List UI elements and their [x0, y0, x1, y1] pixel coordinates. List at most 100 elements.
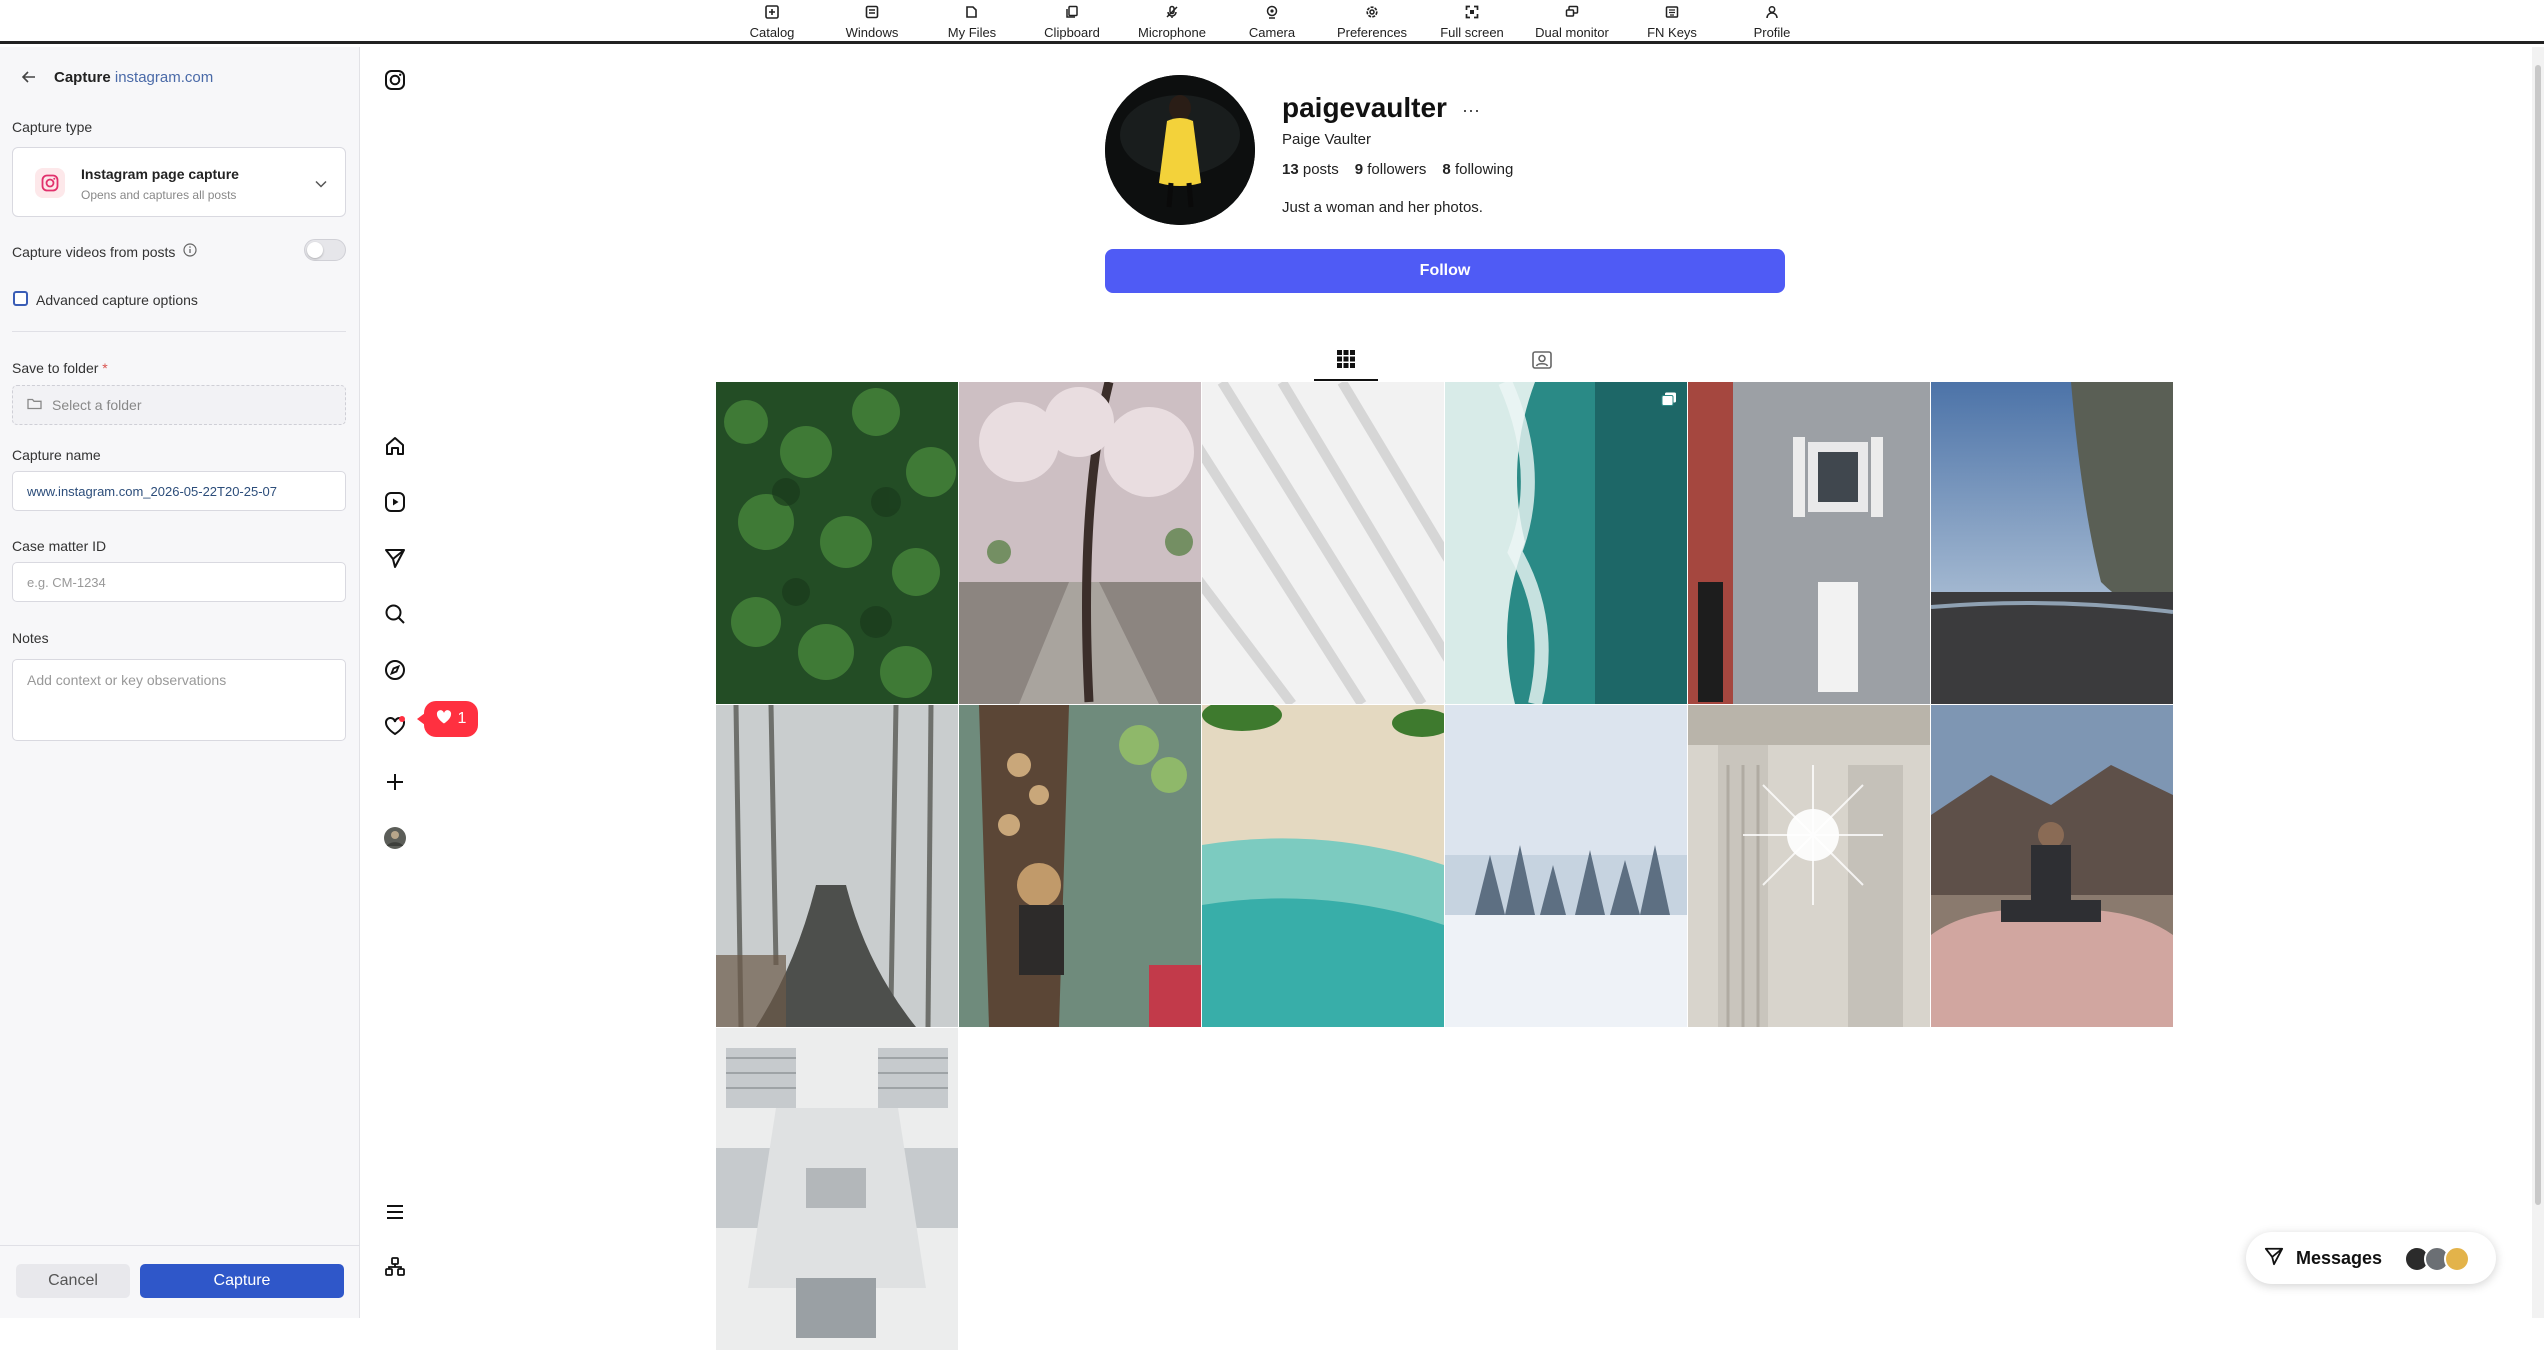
toolbar-preferences[interactable]: Preferences [1322, 0, 1422, 41]
toolbar-windows-label: Windows [845, 25, 899, 40]
capture-type-select[interactable]: Instagram page capture Opens and capture… [12, 147, 346, 217]
save-folder-label-text: Save to folder [12, 360, 99, 376]
capture-title-host: instagram.com [114, 69, 214, 86]
advanced-options-checkbox[interactable] [13, 291, 28, 306]
notes-textarea[interactable]: Add context or key observations [12, 659, 346, 741]
toolbar-microphone-label: Microphone [1138, 25, 1206, 40]
post-image-pine-forest [716, 382, 958, 704]
toolbar-profile[interactable]: Profile [1722, 0, 1822, 41]
fullscreen-icon [1464, 4, 1480, 20]
capture-name-input[interactable]: www.instagram.com_2026-05-22T20-25-07 [12, 471, 346, 511]
posts-grid-tab[interactable] [1314, 343, 1378, 381]
toolbar-dual-monitor-label: Dual monitor [1535, 25, 1609, 40]
instagram-logo-icon[interactable] [383, 68, 407, 92]
microphone-off-icon [1164, 4, 1180, 20]
cancel-button[interactable]: Cancel [16, 1264, 130, 1298]
user-icon [1764, 4, 1780, 20]
capture-panel: Capture instagram.com Capture type Insta… [0, 47, 360, 1318]
tagged-tab[interactable] [1510, 343, 1574, 381]
following-stat-label: following [1454, 161, 1514, 178]
message-avatar [2444, 1246, 2470, 1272]
messages-pill[interactable]: Messages [2246, 1232, 2496, 1284]
toolbar-microphone[interactable]: Microphone [1122, 0, 1222, 41]
post-tile[interactable] [1445, 705, 1687, 1027]
post-tile[interactable] [1931, 382, 2173, 704]
profile-username: paigevaulter [1282, 92, 1447, 123]
explore-icon[interactable] [383, 658, 407, 682]
notifications-icon[interactable] [383, 714, 407, 738]
post-tile[interactable] [1688, 705, 1930, 1027]
capture-name-label: Capture name [12, 447, 101, 463]
capture-type-label: Capture type [12, 119, 93, 135]
toolbar-windows[interactable]: Windows [822, 0, 922, 41]
post-tile[interactable] [1445, 382, 1687, 704]
post-image-snowy-pines [1445, 705, 1687, 1027]
toolbar-my-files[interactable]: My Files [922, 0, 1022, 41]
toolbar-dual-monitor[interactable]: Dual monitor [1522, 0, 1622, 41]
back-arrow-icon[interactable] [21, 67, 36, 88]
capture-title-prefix: Capture [54, 69, 111, 86]
create-icon[interactable] [383, 770, 407, 794]
toolbar-preferences-label: Preferences [1336, 25, 1408, 40]
capture-button[interactable]: Capture [140, 1264, 344, 1298]
toolbar-full-screen[interactable]: Full screen [1422, 0, 1522, 41]
toolbar-camera[interactable]: Camera [1222, 0, 1322, 41]
post-tile[interactable] [1931, 705, 2173, 1027]
post-image-cliffs-dusk [1931, 382, 2173, 704]
post-tile[interactable] [716, 382, 958, 704]
case-matter-label: Case matter ID [12, 538, 107, 554]
following-stat[interactable]: 8 following [1442, 161, 1513, 178]
also-from-meta-icon[interactable] [383, 1255, 407, 1279]
more-options-icon[interactable]: ··· [1462, 100, 1480, 121]
info-icon[interactable] [183, 243, 198, 260]
post-tile[interactable] [959, 382, 1201, 704]
capture-panel-title: Capture instagram.com [54, 69, 213, 86]
post-tile[interactable] [1688, 382, 1930, 704]
camera-icon [1264, 4, 1280, 20]
page-scrollbar[interactable] [2532, 47, 2544, 1318]
clipboard-icon [1064, 4, 1080, 20]
more-menu-icon[interactable] [383, 1200, 407, 1224]
toolbar-profile-label: Profile [1753, 25, 1791, 40]
toolbar-clipboard[interactable]: Clipboard [1022, 0, 1122, 41]
notification-count: 1 [457, 710, 467, 727]
home-icon[interactable] [383, 434, 407, 458]
post-image-foggy-road [716, 705, 958, 1027]
case-matter-input[interactable]: e.g. CM-1234 [12, 562, 346, 602]
toolbar-my-files-label: My Files [947, 25, 997, 40]
notification-badge[interactable]: 1 [417, 701, 478, 737]
grid-icon [1336, 349, 1356, 374]
toolbar-full-screen-label: Full screen [1440, 25, 1504, 40]
save-folder-label: Save to folder * [12, 360, 108, 376]
messages-icon[interactable] [383, 546, 407, 570]
followers-stat[interactable]: 9 followers [1355, 161, 1427, 178]
folder-icon [964, 4, 980, 20]
toolbar-fn-keys[interactable]: FN Keys [1622, 0, 1722, 41]
messages-label: Messages [2296, 1247, 2383, 1268]
folder-select[interactable]: Select a folder [12, 385, 346, 425]
scrollbar-thumb[interactable] [2535, 65, 2541, 1205]
post-tile[interactable] [959, 705, 1201, 1027]
capture-videos-toggle[interactable] [304, 239, 346, 261]
required-mark: * [102, 360, 108, 376]
instagram-capture-icon [35, 168, 65, 198]
follow-button[interactable]: Follow [1105, 249, 1785, 293]
reels-icon[interactable] [383, 490, 407, 514]
post-tile[interactable] [1202, 382, 1444, 704]
toolbar-catalog[interactable]: Catalog [722, 0, 822, 41]
posts-stat-label: posts [1302, 161, 1339, 178]
keyboard-icon [1664, 4, 1680, 20]
capture-videos-label: Capture videos from posts [12, 243, 176, 260]
profile-stats: 13 posts 9 followers 8 following [1282, 161, 1513, 178]
gear-icon [1364, 4, 1380, 20]
post-image-pink-car [1931, 705, 2173, 1027]
search-icon[interactable] [383, 602, 407, 626]
profile-avatar[interactable] [1105, 75, 1255, 225]
capture-panel-header: Capture instagram.com [21, 67, 213, 88]
post-tile[interactable] [716, 1028, 958, 1350]
post-tile[interactable] [716, 705, 958, 1027]
windows-icon [864, 4, 880, 20]
toolbar-catalog-label: Catalog [749, 25, 795, 40]
profile-avatar-icon[interactable] [383, 826, 407, 850]
post-tile[interactable] [1202, 705, 1444, 1027]
